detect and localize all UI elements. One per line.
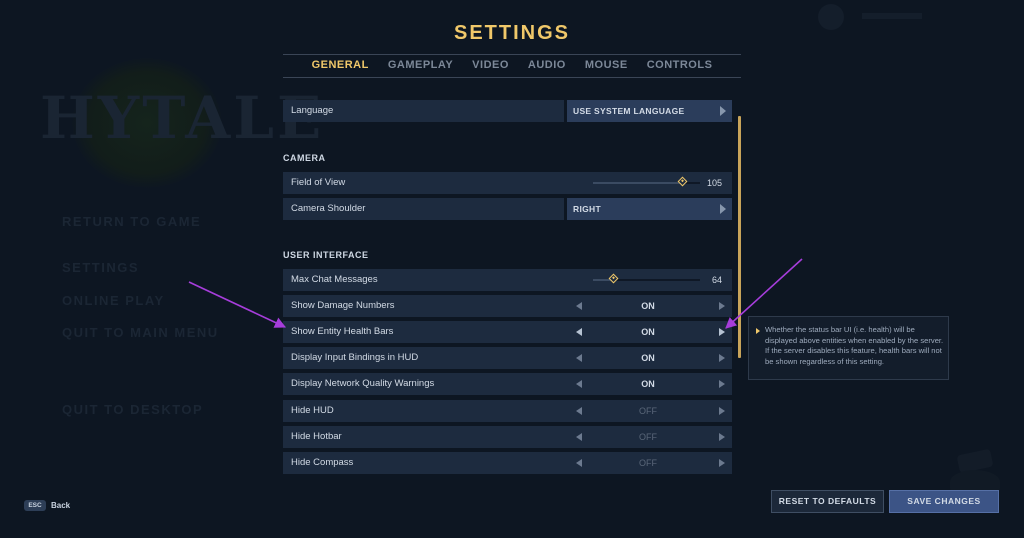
bg-player-profile [818,4,1018,30]
chevron-left-icon[interactable] [576,328,582,336]
camera-shoulder-select[interactable]: RIGHT [567,198,732,220]
setting-show-entity-health-bars: Show Entity Health Bars ON [283,321,732,343]
slider-thumb[interactable] [608,273,619,284]
player-name-bar [862,13,922,19]
tab-general[interactable]: GENERAL [312,59,369,71]
esc-key-icon[interactable]: ESC [24,500,46,511]
setting-label: Language [291,105,334,116]
slider-fill [593,182,683,184]
field-of-view-slider[interactable] [593,176,700,187]
bullet-icon [756,328,760,334]
annotation-arrow-left [188,281,287,328]
section-heading-camera: CAMERA [283,153,326,163]
toggle-value: OFF [639,406,657,416]
bg-menu-settings: SETTINGS [62,260,140,275]
field-of-view-value: 105 [706,178,722,188]
setting-label: Show Damage Numbers [291,300,395,311]
setting-hide-compass: Hide Compass OFF [283,452,732,474]
chevron-left-icon[interactable] [576,433,582,441]
chevron-right-icon[interactable] [719,459,725,467]
back-label[interactable]: Back [51,500,70,511]
reset-to-defaults-button[interactable]: RESET TO DEFAULTS [771,490,884,513]
tab-mouse[interactable]: MOUSE [585,59,628,71]
select-value: USE SYSTEM LANGUAGE [573,106,685,116]
setting-label: Hide HUD [291,405,334,416]
setting-hide-hotbar: Hide Hotbar OFF [283,426,732,448]
chevron-left-icon[interactable] [576,302,582,310]
tooltip-text: Whether the status bar UI (i.e. health) … [765,325,944,366]
toggle-value: ON [641,301,655,311]
setting-hide-hud: Hide HUD OFF [283,400,732,422]
toggle-value: ON [641,327,655,337]
setting-label: Max Chat Messages [291,274,378,285]
bg-menu-quit-to-main-menu: QUIT TO MAIN MENU [62,325,219,340]
setting-tooltip: Whether the status bar UI (i.e. health) … [748,316,949,380]
chevron-left-icon[interactable] [576,407,582,415]
chevron-left-icon[interactable] [576,380,582,388]
max-chat-messages-value: 64 [711,275,722,285]
settings-scrollbar[interactable] [738,116,741,358]
player-avatar [818,4,844,30]
chevron-right-icon [720,204,726,214]
page-title: SETTINGS [453,22,570,44]
setting-label: Display Network Quality Warnings [291,378,435,389]
chevron-right-icon[interactable] [719,380,725,388]
slider-thumb[interactable] [677,176,688,187]
settings-tabs: GENERAL GAMEPLAY VIDEO AUDIO MOUSE CONTR… [283,59,741,71]
setting-network-quality-warnings: Display Network Quality Warnings ON [283,373,732,395]
chevron-left-icon[interactable] [576,459,582,467]
tab-gameplay[interactable]: GAMEPLAY [388,59,453,71]
game-logo: HYTALE [40,84,325,152]
setting-max-chat-messages: Max Chat Messages 64 [283,269,732,291]
language-select[interactable]: USE SYSTEM LANGUAGE [567,100,732,122]
setting-label: Field of View [291,177,346,188]
setting-label: Hide Hotbar [291,431,342,442]
chevron-right-icon[interactable] [719,328,725,336]
toggle-value: OFF [639,458,657,468]
setting-display-input-bindings: Display Input Bindings in HUD ON [283,347,732,369]
max-chat-messages-slider[interactable] [593,273,700,284]
setting-label: Display Input Bindings in HUD [291,352,419,363]
chevron-right-icon[interactable] [719,354,725,362]
toggle-value: OFF [639,432,657,442]
setting-show-damage-numbers: Show Damage Numbers ON [283,295,732,317]
chevron-right-icon[interactable] [719,302,725,310]
tab-controls[interactable]: CONTROLS [647,59,713,71]
chevron-left-icon[interactable] [576,354,582,362]
setting-language: Language USE SYSTEM LANGUAGE [283,100,732,122]
tab-audio[interactable]: AUDIO [528,59,566,71]
title-divider [283,54,741,55]
setting-label: Show Entity Health Bars [291,326,394,337]
speech-bubble-icon [956,448,994,474]
section-heading-user-interface: USER INTERFACE [283,250,369,260]
select-value: RIGHT [573,204,601,214]
chevron-right-icon [720,106,726,116]
toggle-value: ON [641,353,655,363]
logo-emblem [72,58,222,188]
setting-field-of-view: Field of View 105 [283,172,732,194]
chevron-right-icon[interactable] [719,433,725,441]
save-changes-button[interactable]: SAVE CHANGES [889,490,999,513]
tabs-divider [283,77,741,78]
bg-menu-return-to-game: RETURN TO GAME [62,214,202,229]
toggle-value: ON [641,379,655,389]
tab-video[interactable]: VIDEO [472,59,509,71]
setting-label: Hide Compass [291,457,354,468]
chevron-right-icon[interactable] [719,407,725,415]
setting-camera-shoulder: Camera Shoulder RIGHT [283,198,732,220]
bg-menu-quit-to-desktop: QUIT TO DESKTOP [62,402,204,417]
setting-label: Camera Shoulder [291,203,366,214]
bg-menu-online-play: ONLINE PLAY [62,293,165,308]
